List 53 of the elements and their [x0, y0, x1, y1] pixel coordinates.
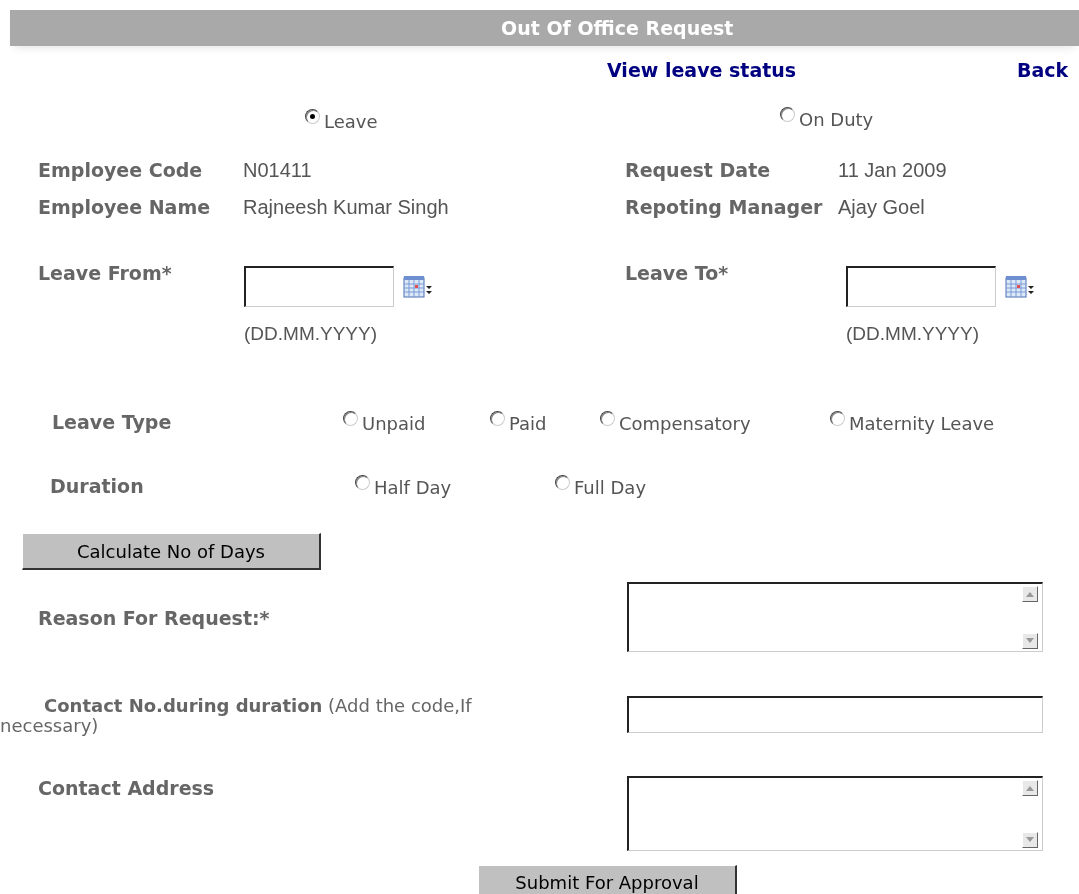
radio-label: Paid — [509, 413, 547, 434]
view-status-link[interactable]: View leave status — [607, 59, 1017, 81]
field-label: Leave To* — [625, 262, 730, 286]
down-arrow-icon — [1025, 837, 1035, 843]
text-area[interactable] — [627, 582, 1043, 652]
up-arrow-icon — [1025, 591, 1035, 597]
calendar-icon[interactable] — [403, 274, 433, 299]
date-field[interactable] — [244, 266, 394, 307]
radio-button[interactable] — [600, 411, 615, 426]
calendar-icon[interactable] — [1005, 274, 1035, 299]
field-label: Repoting Manager — [625, 196, 824, 218]
date-field[interactable] — [846, 266, 996, 307]
field-label: Duration — [50, 475, 145, 497]
field-label: Contact Address — [37, 776, 216, 801]
field-label: Leave Type — [52, 411, 173, 433]
radio-label: Leave — [324, 111, 378, 132]
radio-button[interactable] — [780, 107, 795, 122]
field-value: N01411 — [243, 159, 312, 182]
field-label: Employee Name — [38, 196, 212, 218]
radio-label: Half Day — [374, 477, 452, 498]
up-arrow-icon — [1025, 785, 1035, 791]
radio-button[interactable] — [555, 475, 570, 490]
field-value: Rajneesh Kumar Singh — [243, 196, 449, 219]
scroll-down-button[interactable] — [1022, 633, 1038, 649]
radio-label: On Duty — [799, 109, 874, 130]
field-label: Reason For Request:* — [37, 606, 271, 631]
page-title: Out Of Office Request — [501, 17, 734, 39]
date-format-hint: (DD.MM.YYYY) — [846, 322, 979, 346]
field-value: 11 Jan 2009 — [838, 159, 947, 182]
submit-button[interactable]: Submit For Approval — [478, 865, 737, 894]
radio-label: Compensatory — [619, 413, 751, 434]
calculate-days-button[interactable]: Calculate No of Days — [22, 533, 321, 570]
radio-button[interactable] — [830, 411, 845, 426]
scroll-down-button[interactable] — [1022, 832, 1038, 848]
field-value: Ajay Goel — [838, 196, 925, 219]
back-link[interactable]: Back — [1017, 59, 1069, 81]
field-label: Request Date — [625, 159, 772, 181]
date-format-hint: (DD.MM.YYYY) — [244, 322, 377, 346]
field-label: Contact No.during duration (Add the code,If necessary) — [0, 696, 473, 736]
radio-button[interactable] — [355, 475, 370, 490]
scroll-up-button[interactable] — [1022, 586, 1038, 602]
field-label: Leave From* — [38, 262, 173, 286]
radio-button[interactable] — [305, 109, 320, 124]
text-area[interactable] — [627, 776, 1043, 851]
radio-button[interactable] — [490, 411, 505, 426]
radio-button[interactable] — [343, 411, 358, 426]
scroll-up-button[interactable] — [1022, 780, 1038, 796]
down-arrow-icon — [1025, 638, 1035, 644]
radio-label: Maternity Leave — [849, 413, 995, 434]
field-label: Employee Code — [38, 159, 204, 181]
radio-label: Full Day — [574, 477, 647, 498]
radio-label: Unpaid — [362, 413, 426, 434]
text-field[interactable] — [627, 696, 1043, 733]
